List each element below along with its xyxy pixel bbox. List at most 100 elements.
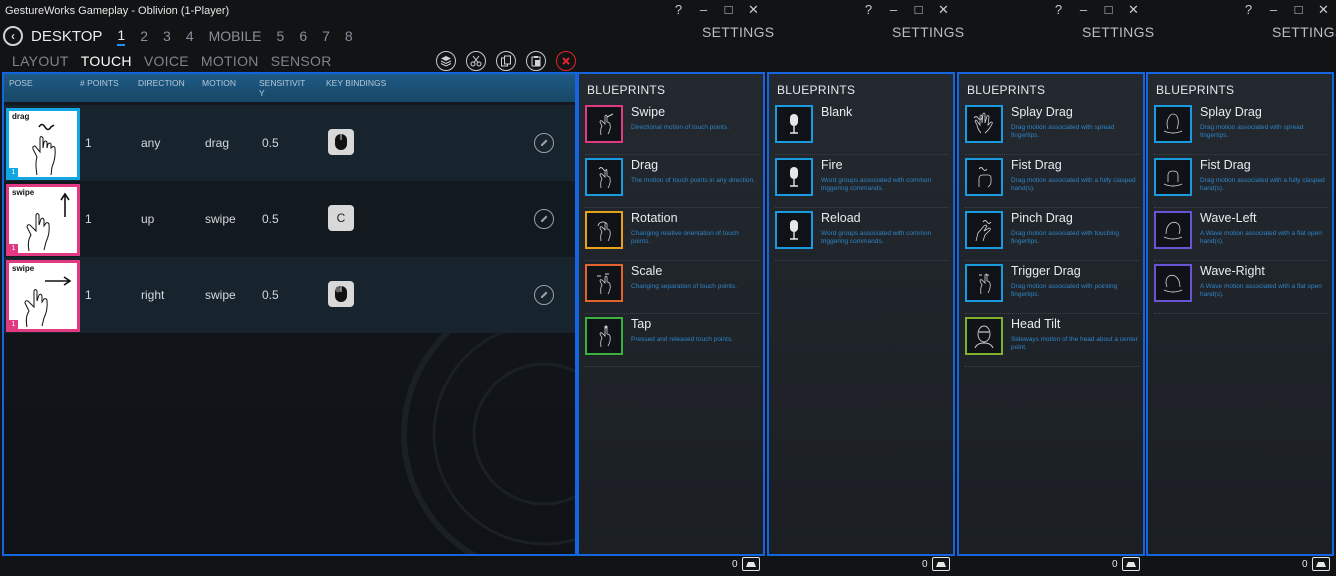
blueprint-fist-drag[interactable]: Fist Drag Drag motion associated with a …	[1154, 158, 1328, 208]
swipe-right-gesture-icon	[24, 276, 72, 328]
close-button[interactable]: ✕	[1311, 2, 1336, 18]
window-controls-4: ? – □ ✕	[1236, 2, 1336, 18]
blueprint-splay-drag[interactable]: Splay Drag Drag motion associated with s…	[1154, 105, 1328, 155]
help-button[interactable]: ?	[856, 2, 881, 18]
profile-2[interactable]: 2	[140, 28, 148, 44]
fist-hand-icon	[965, 158, 1003, 196]
edit-pencil-icon[interactable]	[534, 285, 554, 305]
cell-points: 1	[85, 136, 92, 150]
tab-motion[interactable]: MOTION	[201, 53, 259, 69]
pose-thumbnail[interactable]: swipe 1	[6, 184, 80, 256]
settings-button[interactable]: SETTINGS	[892, 24, 964, 40]
blueprint-rotation[interactable]: Rotation Changing relative orientation o…	[585, 211, 759, 261]
blueprint-swipe[interactable]: Swipe Directional motion of touch points…	[585, 105, 759, 155]
pose-thumbnail[interactable]: swipe 1	[6, 260, 80, 332]
profile-5[interactable]: 5	[277, 28, 285, 44]
maximize-button[interactable]: □	[1286, 2, 1311, 18]
settings-button[interactable]: SETTINGS	[1082, 24, 1154, 40]
close-button[interactable]: ✕	[931, 2, 956, 18]
table-row[interactable]: drag 1 1 any drag 0.5	[4, 105, 575, 181]
cell-motion: swipe	[205, 288, 236, 302]
profile-7[interactable]: 7	[322, 28, 330, 44]
controller-count: 0	[1112, 558, 1118, 570]
key-binding-button[interactable]: C	[328, 205, 354, 231]
back-icon[interactable]: ‹	[3, 26, 23, 46]
help-button[interactable]: ?	[666, 2, 691, 18]
table-header: POSE # POINTS DIRECTION MOTION SENSITIVI…	[4, 74, 575, 102]
blueprint-reload[interactable]: Reload Word groups associated with commo…	[775, 211, 949, 261]
blueprint-wave-left[interactable]: Wave-Left A Wave motion associated with …	[1154, 211, 1328, 261]
footer-controller-status: 0	[1302, 557, 1330, 571]
table-row[interactable]: swipe 1 1 up swipe 0.5 C	[4, 181, 575, 257]
blueprint-name: Splay Drag	[1011, 105, 1073, 119]
maximize-button[interactable]: □	[1096, 2, 1121, 18]
blueprint-wave-right[interactable]: Wave-Right A Wave motion associated with…	[1154, 264, 1328, 314]
minimize-button[interactable]: –	[881, 2, 906, 18]
controller-icon[interactable]	[741, 557, 760, 571]
blueprint-drag[interactable]: Drag The motion of touch points in any d…	[585, 158, 759, 208]
profile-8[interactable]: 8	[345, 28, 353, 44]
footer-controller-status: 0	[922, 557, 950, 571]
copy-icon[interactable]	[496, 51, 516, 71]
blueprint-name: Swipe	[631, 105, 666, 119]
controller-icon[interactable]	[1121, 557, 1140, 571]
delete-icon[interactable]	[556, 51, 576, 71]
tab-touch[interactable]: TOUCH	[81, 53, 132, 69]
blueprint-name: Splay Drag	[1200, 105, 1262, 119]
cut-icon[interactable]	[466, 51, 486, 71]
controller-count: 0	[1302, 558, 1308, 570]
minimize-button[interactable]: –	[1071, 2, 1096, 18]
blueprint-name: Fire	[821, 158, 843, 172]
blueprint-splay-drag[interactable]: Splay Drag Drag motion associated with s…	[965, 105, 1139, 155]
paste-icon[interactable]	[526, 51, 546, 71]
minimize-button[interactable]: –	[691, 2, 716, 18]
blueprint-trigger-drag[interactable]: Trigger Drag Drag motion associated with…	[965, 264, 1139, 314]
tab-layout[interactable]: LAYOUT	[12, 53, 69, 69]
blueprint-name: Tap	[631, 317, 652, 331]
device-mobile[interactable]: MOBILE	[209, 28, 262, 44]
profile-1[interactable]: 1	[117, 27, 126, 46]
blueprint-pinch-drag[interactable]: Pinch Drag Drag motion associated with t…	[965, 211, 1139, 261]
blueprint-blank[interactable]: Blank	[775, 105, 949, 155]
blueprint-fire[interactable]: Fire Word groups associated with common …	[775, 158, 949, 208]
controller-icon[interactable]	[1311, 557, 1330, 571]
edit-pencil-icon[interactable]	[534, 133, 554, 153]
maximize-button[interactable]: □	[906, 2, 931, 18]
blueprint-name: Rotation	[631, 211, 678, 225]
pose-badge: 1	[9, 168, 18, 177]
blueprint-desc: Drag motion associated with a fully clas…	[1011, 177, 1136, 192]
blueprint-tap[interactable]: Tap Pressed and released touch points.	[585, 317, 759, 367]
settings-button[interactable]: SETTINGS	[1272, 24, 1336, 40]
layers-icon[interactable]	[436, 51, 456, 71]
profile-4[interactable]: 4	[186, 28, 194, 44]
device-desktop[interactable]: DESKTOP	[31, 28, 102, 45]
tab-voice[interactable]: VOICE	[144, 53, 189, 69]
tab-sensor[interactable]: SENSOR	[271, 53, 332, 69]
key-binding-button[interactable]	[328, 129, 354, 155]
controller-icon[interactable]	[931, 557, 950, 571]
blueprint-fist-drag[interactable]: Fist Drag Drag motion associated with a …	[965, 158, 1139, 208]
header-key-bindings: KEY BINDINGS	[326, 78, 387, 88]
profile-6[interactable]: 6	[299, 28, 307, 44]
blueprint-desc: The motion of touch points in any direct…	[631, 177, 755, 184]
help-button[interactable]: ?	[1236, 2, 1261, 18]
key-binding-button[interactable]	[328, 281, 354, 307]
settings-button[interactable]: SETTINGS	[702, 24, 774, 40]
blueprint-name: Wave-Right	[1200, 264, 1265, 278]
profile-3[interactable]: 3	[163, 28, 171, 44]
blueprint-head-tilt[interactable]: Head Tilt Sideways motion of the head ab…	[965, 317, 1139, 367]
maximize-button[interactable]: □	[716, 2, 741, 18]
close-button[interactable]: ✕	[1121, 2, 1146, 18]
blueprint-desc: Directional motion of touch points.	[631, 124, 729, 131]
blueprint-desc: Changing relative orientation of touch p…	[631, 230, 739, 245]
blueprint-name: Fist Drag	[1200, 158, 1251, 172]
cell-motion: drag	[205, 136, 230, 150]
blueprint-scale[interactable]: Scale Changing separation of touch point…	[585, 264, 759, 314]
edit-pencil-icon[interactable]	[534, 209, 554, 229]
table-row[interactable]: swipe 1 1 right swipe 0.5	[4, 257, 575, 333]
close-button[interactable]: ✕	[741, 2, 766, 18]
pose-thumbnail[interactable]: drag 1	[6, 108, 80, 180]
minimize-button[interactable]: –	[1261, 2, 1286, 18]
rotation-gesture-icon	[585, 211, 623, 249]
help-button[interactable]: ?	[1046, 2, 1071, 18]
